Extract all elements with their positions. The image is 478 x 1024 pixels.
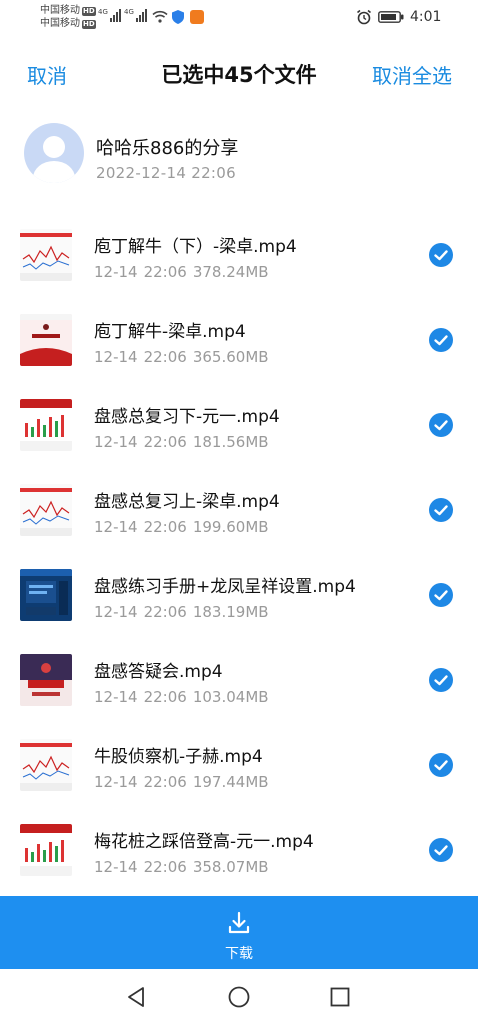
share-owner-name: 哈哈乐886的分享 <box>96 138 239 159</box>
deselect-all-button[interactable]: 取消全选 <box>372 60 452 89</box>
file-date: 12-14 <box>94 348 138 366</box>
file-meta: 12-14 22:06 103.04MB <box>94 688 269 706</box>
file-meta: 12-14 22:06 197.44MB <box>94 773 269 791</box>
file-row[interactable]: 梅花桩之踩倍登高-元一.mp4 12-14 22:06 358.07MB <box>0 808 478 893</box>
clock: 4:01 <box>410 9 442 25</box>
file-meta: 12-14 22:06 199.60MB <box>94 518 269 536</box>
checked-icon[interactable] <box>429 668 453 692</box>
carrier-2-label: 中国移动 <box>40 18 80 29</box>
file-size: 197.44MB <box>192 773 269 791</box>
checked-icon[interactable] <box>429 243 453 267</box>
cancel-button[interactable]: 取消 <box>27 60 67 89</box>
checked-icon[interactable] <box>429 583 453 607</box>
file-row[interactable]: 庖丁解牛-梁卓.mp4 12-14 22:06 365.60MB <box>0 298 478 383</box>
hd-badge: HD <box>82 6 96 16</box>
notification-app-icon <box>190 10 204 24</box>
file-name: 盘感练习手册+龙凤呈祥设置.mp4 <box>94 577 356 597</box>
video-thumbnail-candles-icon <box>20 824 72 876</box>
avatar <box>24 123 84 183</box>
file-size: 183.19MB <box>192 603 269 621</box>
file-size: 365.60MB <box>192 348 269 366</box>
file-size: 199.60MB <box>192 518 269 536</box>
file-list: 庖丁解牛（下）-梁卓.mp4 12-14 22:06 378.24MB 庖丁解牛-梁… <box>0 213 478 893</box>
file-time: 22:06 <box>143 518 187 536</box>
download-label: 下载 <box>225 946 253 962</box>
checked-icon[interactable] <box>429 753 453 777</box>
file-name: 庖丁解牛（下）-梁卓.mp4 <box>94 237 297 257</box>
file-date: 12-14 <box>94 263 138 281</box>
file-name: 梅花桩之踩倍登高-元一.mp4 <box>94 832 314 852</box>
header: 已选中45个文件 取消 取消全选 <box>0 50 478 96</box>
file-name: 盘感答疑会.mp4 <box>94 662 223 682</box>
file-meta: 12-14 22:06 378.24MB <box>94 263 269 281</box>
wifi-icon <box>152 10 168 23</box>
file-time: 22:06 <box>143 773 187 791</box>
checked-icon[interactable] <box>429 838 453 862</box>
home-icon[interactable] <box>228 986 250 1008</box>
file-size: 358.07MB <box>192 858 269 876</box>
signal-icon: 4G <box>98 8 121 22</box>
file-row[interactable]: 盘感答疑会.mp4 12-14 22:06 103.04MB <box>0 638 478 723</box>
file-name: 盘感总复习下-元一.mp4 <box>94 407 280 427</box>
file-row[interactable]: 盘感练习手册+龙凤呈祥设置.mp4 12-14 22:06 183.19MB <box>0 553 478 638</box>
file-name: 牛股侦察机-子赫.mp4 <box>94 747 263 767</box>
file-time: 22:06 <box>143 433 187 451</box>
file-date: 12-14 <box>94 433 138 451</box>
download-button[interactable]: 下载 <box>0 896 478 969</box>
download-icon <box>228 911 250 934</box>
carrier-1-label: 中国移动 <box>40 5 80 16</box>
file-time: 22:06 <box>143 688 187 706</box>
video-thumbnail-chart-icon <box>20 739 72 791</box>
file-date: 12-14 <box>94 603 138 621</box>
battery-icon <box>378 11 404 23</box>
system-nav-bar <box>0 969 478 1024</box>
file-size: 181.56MB <box>192 433 269 451</box>
checked-icon[interactable] <box>429 413 453 437</box>
network-type: 4G <box>98 8 108 16</box>
file-meta: 12-14 22:06 183.19MB <box>94 603 269 621</box>
network-type: 4G <box>124 8 134 16</box>
checked-icon[interactable] <box>429 328 453 352</box>
file-size: 103.04MB <box>192 688 269 706</box>
file-date: 12-14 <box>94 518 138 536</box>
back-icon[interactable] <box>126 986 146 1008</box>
file-time: 22:06 <box>143 348 187 366</box>
status-bar: 中国移动 HD 中国移动 HD 4G 4G 4:01 <box>0 0 478 38</box>
file-name: 盘感总复习上-梁卓.mp4 <box>94 492 280 512</box>
shield-icon <box>172 10 184 24</box>
file-date: 12-14 <box>94 688 138 706</box>
signal-icon: 4G <box>124 8 147 22</box>
video-thumbnail-candles-icon <box>20 399 72 451</box>
video-thumbnail-chart-icon <box>20 484 72 536</box>
recent-apps-icon[interactable] <box>330 987 350 1007</box>
file-date: 12-14 <box>94 858 138 876</box>
file-row[interactable]: 盘感总复习下-元一.mp4 12-14 22:06 181.56MB <box>0 383 478 468</box>
file-size: 378.24MB <box>192 263 269 281</box>
video-thumbnail-software-icon <box>20 569 72 621</box>
file-name: 庖丁解牛-梁卓.mp4 <box>94 322 246 342</box>
hd-badge: HD <box>82 19 96 29</box>
file-meta: 12-14 22:06 365.60MB <box>94 348 269 366</box>
file-meta: 12-14 22:06 181.56MB <box>94 433 269 451</box>
file-time: 22:06 <box>143 858 187 876</box>
file-time: 22:06 <box>143 603 187 621</box>
carrier-2: 中国移动 HD <box>40 18 96 30</box>
file-meta: 12-14 22:06 358.07MB <box>94 858 269 876</box>
file-date: 12-14 <box>94 773 138 791</box>
video-thumbnail-slide-icon <box>20 314 72 366</box>
carrier-1: 中国移动 HD <box>40 5 96 17</box>
share-date: 2022-12-14 22:06 <box>96 164 236 182</box>
checked-icon[interactable] <box>429 498 453 522</box>
alarm-icon <box>357 9 371 25</box>
file-time: 22:06 <box>143 263 187 281</box>
video-thumbnail-chart-icon <box>20 229 72 281</box>
video-thumbnail-banner-icon <box>20 654 72 706</box>
file-row[interactable]: 盘感总复习上-梁卓.mp4 12-14 22:06 199.60MB <box>0 468 478 553</box>
share-owner: 哈哈乐886的分享 2022-12-14 22:06 <box>0 120 478 190</box>
file-row[interactable]: 牛股侦察机-子赫.mp4 12-14 22:06 197.44MB <box>0 723 478 808</box>
file-row[interactable]: 庖丁解牛（下）-梁卓.mp4 12-14 22:06 378.24MB <box>0 213 478 298</box>
